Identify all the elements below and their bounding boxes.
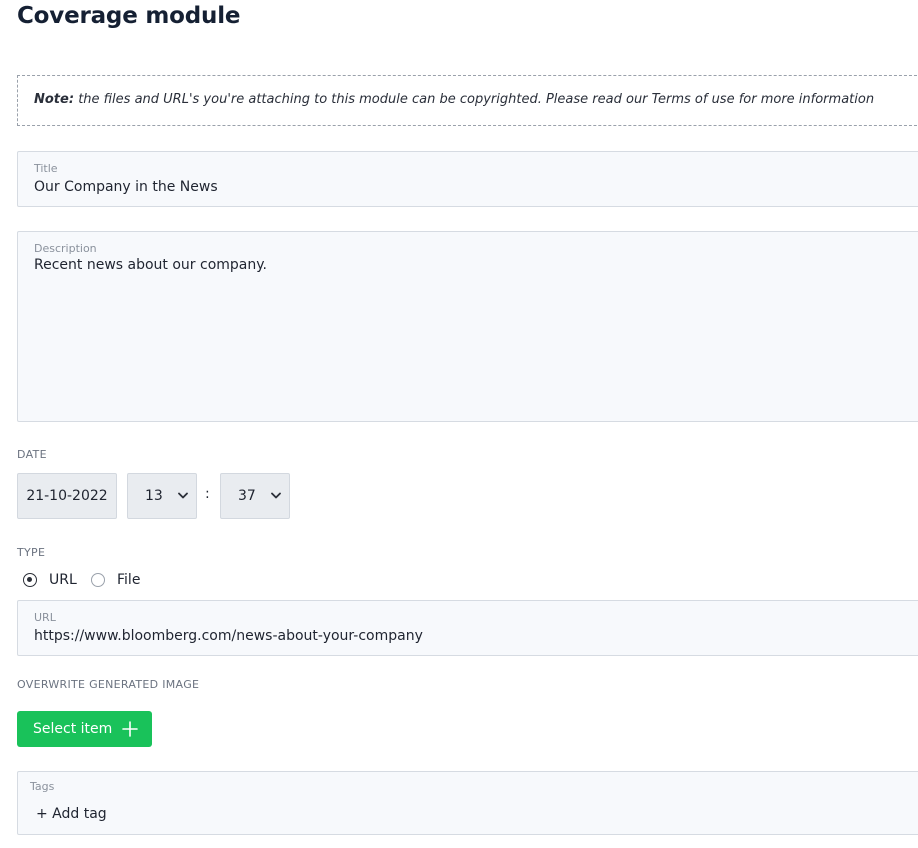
copyright-note: Note: the files and URL's you're attachi… bbox=[17, 75, 918, 126]
file-radio-label: File bbox=[117, 572, 141, 588]
overwrite-image-section-label: OVERWRITE GENERATED IMAGE bbox=[17, 678, 200, 691]
file-radio[interactable] bbox=[91, 573, 105, 587]
time-separator: : bbox=[205, 486, 210, 502]
page-title: Coverage module bbox=[17, 3, 241, 29]
plus-icon bbox=[122, 721, 139, 737]
title-field-label: Title bbox=[34, 162, 58, 175]
type-section-label: TYPE bbox=[17, 546, 46, 559]
date-input[interactable]: 21-10-2022 bbox=[17, 473, 117, 519]
hour-value: 13 bbox=[145, 488, 163, 504]
add-tag-button[interactable]: + Add tag bbox=[36, 806, 107, 822]
type-option-file[interactable]: File bbox=[91, 571, 140, 589]
title-input[interactable]: Our Company in the News bbox=[34, 179, 218, 195]
description-field[interactable]: Description Recent news about our compan… bbox=[17, 231, 918, 422]
url-field-label: URL bbox=[34, 611, 56, 624]
chevron-down-icon bbox=[178, 492, 188, 499]
description-textarea[interactable]: Recent news about our company. bbox=[34, 257, 267, 273]
coverage-module-page: Coverage module Note: the files and URL'… bbox=[0, 0, 918, 848]
select-item-button[interactable]: Select item bbox=[17, 711, 152, 747]
date-section-label: DATE bbox=[17, 448, 47, 461]
description-field-label: Description bbox=[34, 242, 97, 255]
select-item-button-label: Select item bbox=[33, 721, 113, 737]
url-field[interactable]: URL https://www.bloomberg.com/news-about… bbox=[17, 600, 918, 656]
minute-value: 37 bbox=[238, 488, 256, 504]
url-radio-label: URL bbox=[49, 572, 77, 588]
url-radio[interactable] bbox=[23, 573, 37, 587]
title-field[interactable]: Title Our Company in the News bbox=[17, 151, 918, 207]
chevron-down-icon bbox=[271, 492, 281, 499]
type-option-url[interactable]: URL bbox=[23, 571, 77, 589]
url-input[interactable]: https://www.bloomberg.com/news-about-you… bbox=[34, 628, 423, 644]
tags-field[interactable]: Tags + Add tag bbox=[17, 771, 918, 835]
hour-select[interactable]: 13 bbox=[127, 473, 197, 519]
note-prefix: Note: bbox=[34, 92, 75, 107]
note-body: the files and URL's you're attaching to … bbox=[78, 92, 875, 107]
tags-field-label: Tags bbox=[30, 780, 55, 793]
minute-select[interactable]: 37 bbox=[220, 473, 290, 519]
note-text: Note: the files and URL's you're attachi… bbox=[34, 92, 874, 107]
